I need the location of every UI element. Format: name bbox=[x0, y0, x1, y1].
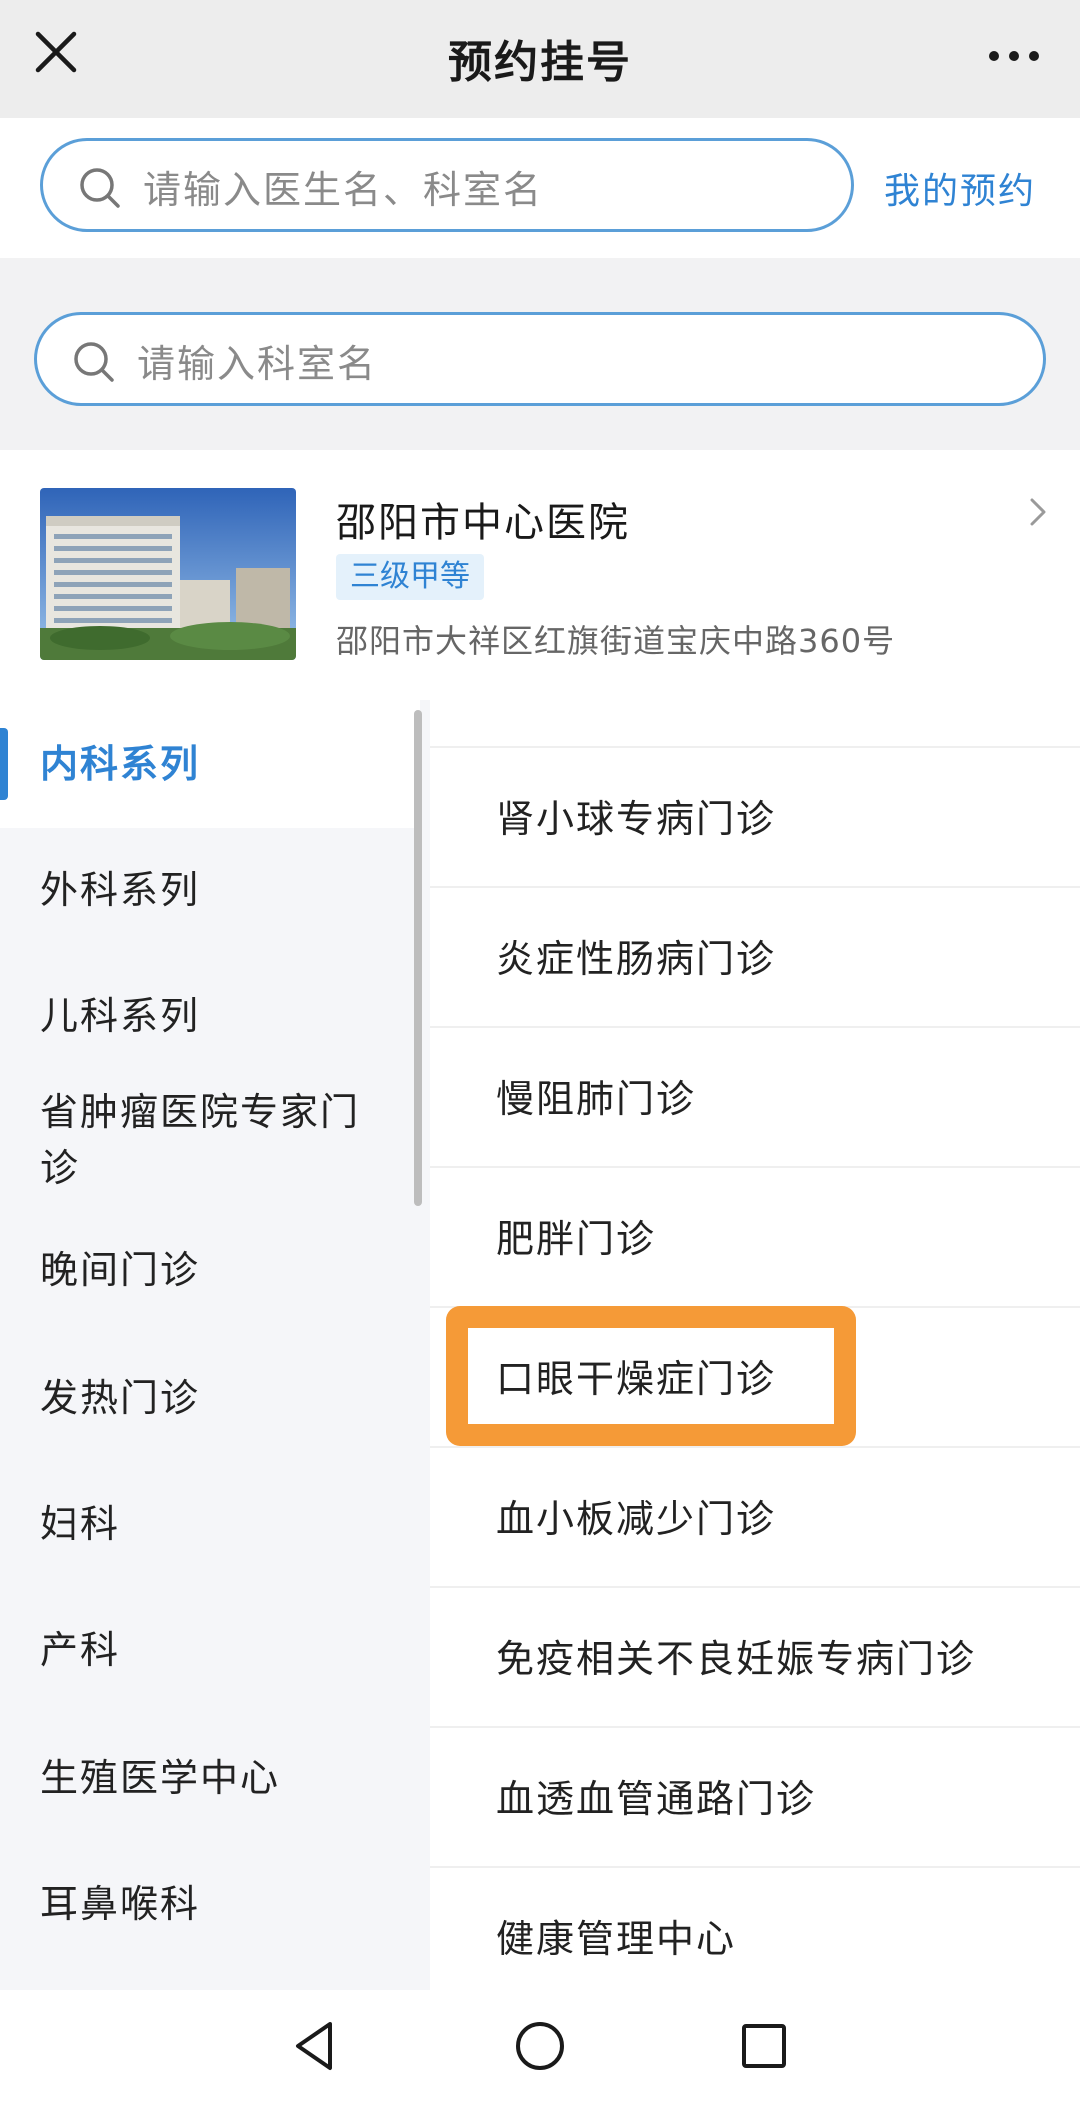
list-item[interactable]: 健康管理中心 bbox=[430, 1866, 1080, 2006]
sidebar-item-ent[interactable]: 耳鼻喉科 bbox=[0, 1876, 420, 1932]
sidebar-item-pediatrics[interactable]: 儿科系列 bbox=[0, 988, 420, 1044]
hospital-photo bbox=[40, 488, 296, 660]
department-label: 炎症性肠病门诊 bbox=[496, 937, 777, 981]
search-icon bbox=[74, 342, 114, 382]
dept-search-section: 请输入科室名 bbox=[0, 258, 1080, 450]
list-item[interactable]: 肥胖门诊 bbox=[430, 1166, 1080, 1306]
department-label: 肥胖门诊 bbox=[496, 1217, 657, 1261]
hospital-address: 邵阳市大祥区红旗街道宝庆中路360号 bbox=[336, 622, 896, 660]
highlight-annotation bbox=[446, 1306, 856, 1446]
department-label: 健康管理中心 bbox=[496, 1917, 737, 1961]
list-item[interactable]: 免疫相关不良妊娠专病门诊 bbox=[430, 1586, 1080, 1726]
hospital-name: 邵阳市中心医院 bbox=[336, 500, 630, 546]
back-triangle-icon[interactable] bbox=[282, 2014, 346, 2078]
sidebar-item-gynecology[interactable]: 妇科 bbox=[0, 1496, 420, 1552]
list-item[interactable]: 血小板减少门诊 bbox=[430, 1446, 1080, 1586]
more-button[interactable] bbox=[984, 30, 1044, 80]
nav-bar: 预约挂号 bbox=[0, 0, 1080, 118]
department-label: 血小板减少门诊 bbox=[496, 1497, 777, 1541]
dept-search-placeholder: 请输入科室名 bbox=[137, 342, 378, 386]
department-label: 慢阻肺门诊 bbox=[496, 1077, 697, 1121]
more-icon bbox=[989, 51, 1039, 61]
chevron-right-icon bbox=[1030, 498, 1046, 526]
sidebar-item-evening-clinic[interactable]: 晚间门诊 bbox=[0, 1242, 420, 1298]
search-icon bbox=[80, 168, 120, 208]
hospital-card[interactable]: 邵阳市中心医院 三级甲等 邵阳市大祥区红旗街道宝庆中路360号 bbox=[0, 450, 1080, 690]
hospital-level-badge: 三级甲等 bbox=[336, 554, 484, 600]
sidebar-item-internal-medicine[interactable]: 内科系列 bbox=[0, 700, 420, 828]
sidebar-item-fever-clinic[interactable]: 发热门诊 bbox=[0, 1370, 420, 1426]
department-label: 血透血管通路门诊 bbox=[496, 1777, 817, 1821]
list-item[interactable]: 炎症性肠病门诊 bbox=[430, 886, 1080, 1026]
department-label: 肾小球专病门诊 bbox=[496, 797, 777, 841]
my-appointments-link[interactable]: 我的预约 bbox=[884, 162, 1036, 214]
top-search-section: 请输入医生名、科室名 我的预约 bbox=[0, 118, 1080, 258]
doctor-search-placeholder: 请输入医生名、科室名 bbox=[143, 168, 544, 212]
dept-search-input[interactable]: 请输入科室名 bbox=[34, 312, 1046, 406]
sidebar-scrollbar[interactable] bbox=[414, 710, 422, 1206]
list-item[interactable]: 肾小球专病门诊 bbox=[430, 746, 1080, 886]
sidebar-item-obstetrics[interactable]: 产科 bbox=[0, 1622, 420, 1678]
doctor-search-input[interactable]: 请输入医生名、科室名 bbox=[40, 138, 854, 232]
active-indicator bbox=[0, 728, 8, 800]
sidebar-item-provincial-tumor-experts[interactable]: 省肿瘤医院专家门诊 bbox=[0, 1084, 380, 1196]
home-circle-icon[interactable] bbox=[508, 2014, 572, 2078]
list-item[interactable]: 血透血管通路门诊 bbox=[430, 1726, 1080, 1866]
sidebar-item-reproductive-center[interactable]: 生殖医学中心 bbox=[0, 1750, 420, 1806]
system-nav-bar bbox=[0, 1990, 1080, 2104]
department-label: 免疫相关不良妊娠专病门诊 bbox=[496, 1637, 977, 1681]
list-item[interactable]: 慢阻肺门诊 bbox=[430, 1026, 1080, 1166]
page-title: 预约挂号 bbox=[448, 37, 632, 88]
sidebar-item-surgery[interactable]: 外科系列 bbox=[0, 862, 420, 918]
recents-square-icon[interactable] bbox=[732, 2014, 796, 2078]
